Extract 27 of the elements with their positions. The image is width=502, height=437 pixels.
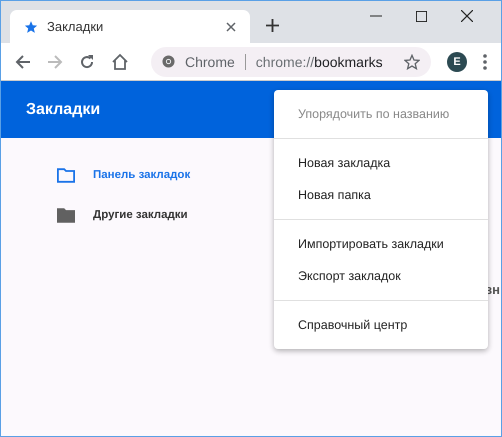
star-icon	[24, 20, 38, 34]
menu-item[interactable]: Новая папка	[274, 179, 488, 211]
reload-icon[interactable]	[79, 54, 95, 70]
page-title: Закладки	[26, 100, 100, 118]
close-icon[interactable]	[226, 22, 236, 32]
menu-item[interactable]: Справочный центр	[274, 309, 488, 341]
folder-icon	[57, 168, 75, 182]
menu-icon[interactable]	[483, 54, 487, 70]
back-icon[interactable]	[15, 54, 31, 70]
folder-item[interactable]: Другие закладки	[57, 195, 257, 235]
menu-item[interactable]: Новая закладка	[274, 147, 488, 179]
maximize-icon[interactable]	[416, 10, 427, 22]
site-label: Chrome	[185, 54, 235, 70]
chrome-icon	[162, 55, 175, 68]
menu-item[interactable]: Импортировать закладки	[274, 228, 488, 260]
profile-avatar[interactable]: E	[447, 52, 467, 72]
folder-item[interactable]: Панель закладок	[57, 155, 257, 195]
address-bar[interactable]: Chrome chrome://bookmarks	[151, 46, 431, 76]
star-icon[interactable]	[404, 54, 420, 70]
menu-item[interactable]: Экспорт закладок	[274, 260, 488, 292]
browser-tab[interactable]: Закладки	[10, 10, 250, 43]
tab-title: Закладки	[47, 19, 104, 34]
close-icon[interactable]	[461, 10, 473, 22]
folder-icon	[57, 208, 75, 222]
url-text: chrome://bookmarks	[256, 54, 384, 70]
new-tab-icon[interactable]	[266, 19, 279, 32]
home-icon[interactable]	[111, 52, 129, 70]
